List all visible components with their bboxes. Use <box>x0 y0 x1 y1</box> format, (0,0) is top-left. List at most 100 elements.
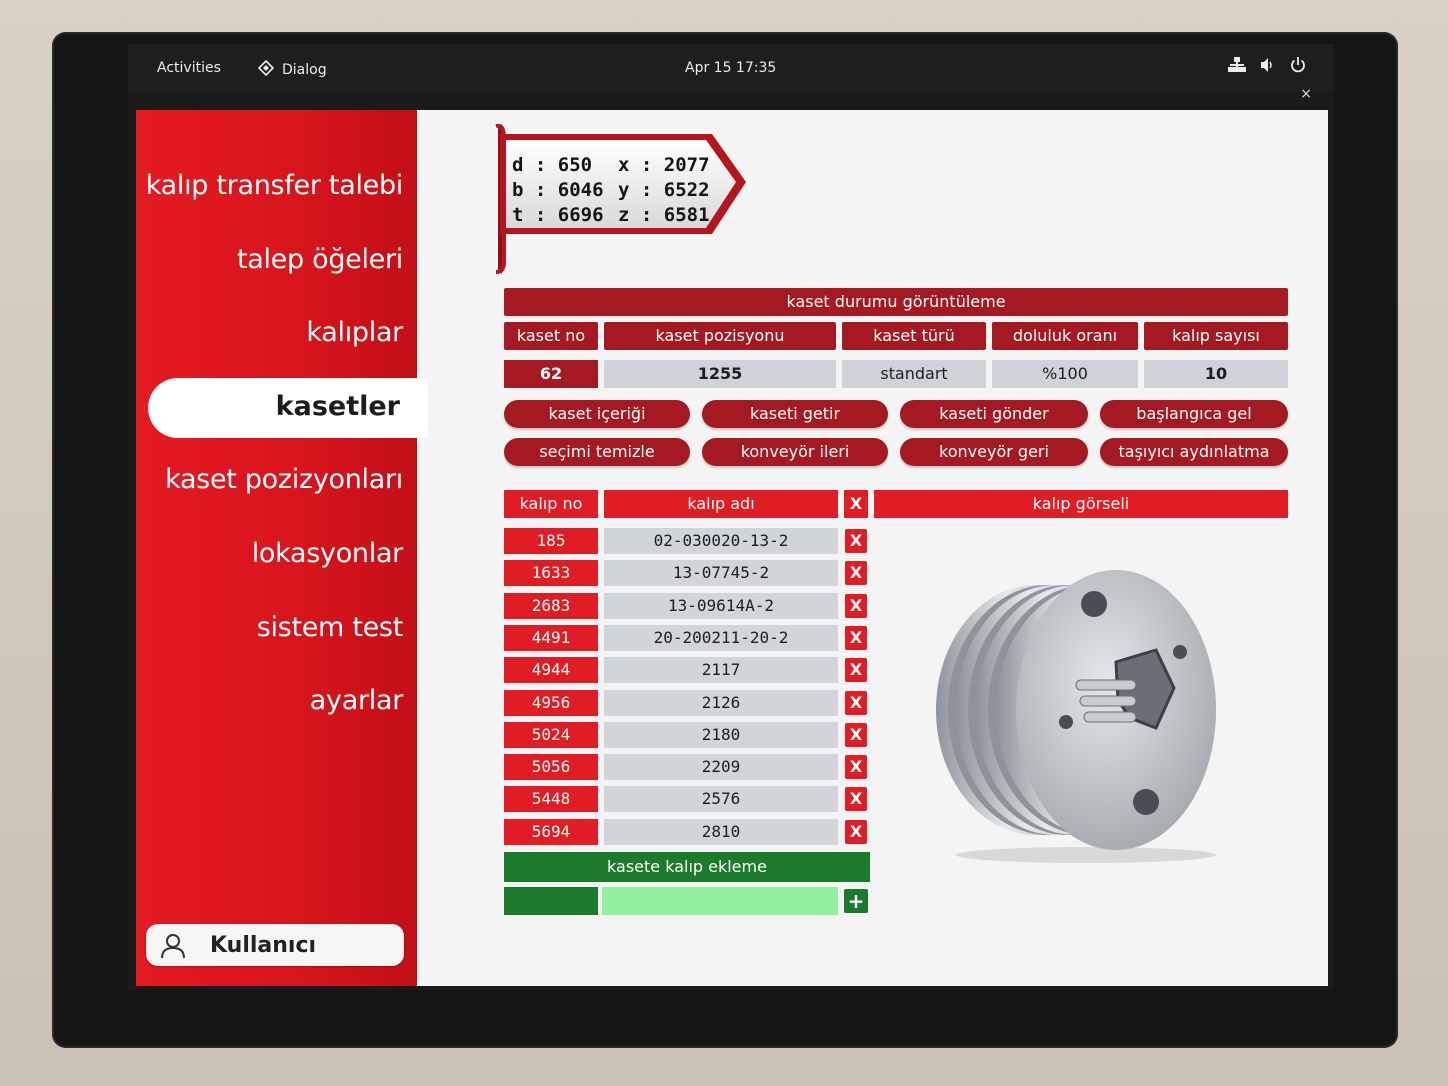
delete-kalip-button[interactable]: X <box>845 723 867 747</box>
network-icon[interactable] <box>1228 57 1246 73</box>
sidebar-item-kalip-transfer-talebi[interactable]: kalıp transfer talebi <box>146 170 404 201</box>
volume-icon[interactable] <box>1260 57 1276 73</box>
coord-t-label: t : <box>512 204 547 226</box>
kaseti-getir-button[interactable]: kaseti getir <box>702 400 888 428</box>
kalip-no-cell[interactable]: 2683 <box>504 593 598 619</box>
sidebar-item-talep-ogeleri[interactable]: talep öğeleri <box>237 244 403 275</box>
kaset-icerigi-button[interactable]: kaset içeriği <box>504 400 690 428</box>
header-kaset-pozisyonu: kaset pozisyonu <box>604 322 836 350</box>
kalip-name-cell[interactable]: 20-200211-20-2 <box>604 625 838 651</box>
coord-z-label: z : <box>618 204 653 226</box>
kalip-no-cell[interactable]: 4956 <box>504 690 598 716</box>
konveyor-ileri-button[interactable]: konveyör ileri <box>702 438 888 466</box>
system-tray[interactable] <box>1228 57 1306 73</box>
header-kaset-turu: kaset türü <box>842 322 986 350</box>
kalip-no-cell[interactable]: 5056 <box>504 754 598 780</box>
coord-d-label: d : <box>512 154 547 176</box>
sidebar: kalıp transfer talebi talep öğeleri kalı… <box>136 110 417 986</box>
kalip-name-cell[interactable]: 13-07745-2 <box>604 560 838 586</box>
power-icon[interactable] <box>1290 57 1306 73</box>
secimi-temizle-button[interactable]: seçimi temizle <box>504 438 690 466</box>
header-delete: X <box>844 490 868 518</box>
coord-d: d : 650 <box>512 154 592 176</box>
coord-b: b : 6046 <box>512 179 604 201</box>
kaset-status-title: kaset durumu görüntüleme <box>504 288 1288 316</box>
kalip-no-cell[interactable]: 185 <box>504 528 598 554</box>
kalip-no-cell[interactable]: 4491 <box>504 625 598 651</box>
delete-kalip-button[interactable]: X <box>845 594 867 618</box>
add-kalip-button[interactable]: + <box>844 889 868 913</box>
value-kaset-turu: standart <box>842 360 986 388</box>
sidebar-item-kaset-pozizyonlari[interactable]: kaset pozizyonları <box>165 464 403 495</box>
header-kalip-no: kalıp no <box>504 490 598 518</box>
kalip-name-cell[interactable]: 02-030020-13-2 <box>604 528 838 554</box>
user-label: Kullanıcı <box>210 933 317 958</box>
value-kalip-sayisi: 10 <box>1144 360 1288 388</box>
extrusion-die-image <box>936 570 1216 863</box>
kalip-name-cell[interactable]: 2126 <box>604 690 838 716</box>
application-window: kalıp transfer talebi talep öğeleri kalı… <box>136 110 1328 986</box>
kalip-image <box>916 550 1256 870</box>
header-kalip-gorseli: kalıp görseli <box>874 490 1288 518</box>
sidebar-item-sistem-test[interactable]: sistem test <box>257 612 404 643</box>
sidebar-item-ayarlar[interactable]: ayarlar <box>310 685 404 716</box>
delete-kalip-button[interactable]: X <box>845 561 867 585</box>
kaseti-gonder-button[interactable]: kaseti gönder <box>900 400 1088 428</box>
tasiyici-aydinlatma-button[interactable]: taşıyıcı aydınlatma <box>1100 438 1288 466</box>
coord-b-value: 6046 <box>557 179 604 201</box>
coord-t-value: 6696 <box>557 204 604 226</box>
kalip-name-cell[interactable]: 13-09614A-2 <box>604 593 838 619</box>
kalip-name-cell[interactable]: 2209 <box>604 754 838 780</box>
header-kalip-sayisi: kalıp sayısı <box>1144 322 1288 350</box>
sidebar-item-kaliplar[interactable]: kalıplar <box>306 317 403 348</box>
delete-kalip-button[interactable]: X <box>845 755 867 779</box>
user-icon <box>160 933 186 963</box>
add-kalip-name-input[interactable] <box>602 887 838 915</box>
kalip-no-cell[interactable]: 5024 <box>504 722 598 748</box>
delete-kalip-button[interactable]: X <box>845 820 867 844</box>
coord-z: z : 6581 <box>618 204 710 226</box>
sidebar-item-label: kasetler <box>275 391 400 422</box>
delete-kalip-button[interactable]: X <box>845 658 867 682</box>
coord-y-label: y : <box>618 179 653 201</box>
value-doluluk-orani: %100 <box>992 360 1138 388</box>
sidebar-item-lokasyonlar[interactable]: lokasyonlar <box>252 538 404 569</box>
coordinates-panel: d : 650 b : 6046 t : 6696 x : 2077 y : 6… <box>490 123 760 274</box>
close-icon[interactable]: × <box>1300 86 1312 102</box>
kalip-no-cell[interactable]: 5448 <box>504 786 598 812</box>
header-kalip-adi: kalıp adı <box>604 490 838 518</box>
delete-kalip-button[interactable]: X <box>845 691 867 715</box>
app-menu[interactable]: Dialog <box>257 59 327 80</box>
header-doluluk-orani: doluluk oranı <box>992 322 1138 350</box>
activities-button[interactable]: Activities <box>157 60 221 76</box>
konveyor-geri-button[interactable]: konveyör geri <box>900 438 1088 466</box>
kalip-name-cell[interactable]: 2810 <box>604 819 838 845</box>
kalip-name-cell[interactable]: 2117 <box>604 657 838 683</box>
delete-kalip-button[interactable]: X <box>845 787 867 811</box>
app-name: Dialog <box>282 62 327 78</box>
sidebar-item-kasetler[interactable]: kasetler <box>148 378 428 438</box>
delete-kalip-button[interactable]: X <box>845 626 867 650</box>
add-kalip-no-input[interactable] <box>504 887 598 915</box>
coord-x: x : 2077 <box>618 154 710 176</box>
coord-x-label: x : <box>618 154 653 176</box>
kalip-name-cell[interactable]: 2576 <box>604 786 838 812</box>
kalip-no-cell[interactable]: 4944 <box>504 657 598 683</box>
coord-b-label: b : <box>512 179 547 201</box>
coord-t: t : 6696 <box>512 204 604 226</box>
baslangica-gel-button[interactable]: başlangıca gel <box>1100 400 1288 428</box>
add-kalip-title: kasete kalıp ekleme <box>504 852 870 882</box>
coord-x-value: 2077 <box>663 154 710 176</box>
dialog-app-icon <box>257 59 275 80</box>
kalip-no-cell[interactable]: 1633 <box>504 560 598 586</box>
clock[interactable]: Apr 15 17:35 <box>685 60 776 76</box>
value-kaset-pozisyonu: 1255 <box>604 360 836 388</box>
coord-d-value: 650 <box>557 154 593 176</box>
header-kaset-no: kaset no <box>504 322 598 350</box>
delete-kalip-button[interactable]: X <box>845 529 867 553</box>
value-kaset-no: 62 <box>504 360 598 388</box>
user-button[interactable]: Kullanıcı <box>146 924 404 966</box>
kalip-name-cell[interactable]: 2180 <box>604 722 838 748</box>
kalip-no-cell[interactable]: 5694 <box>504 819 598 845</box>
coord-y-value: 6522 <box>663 179 710 201</box>
